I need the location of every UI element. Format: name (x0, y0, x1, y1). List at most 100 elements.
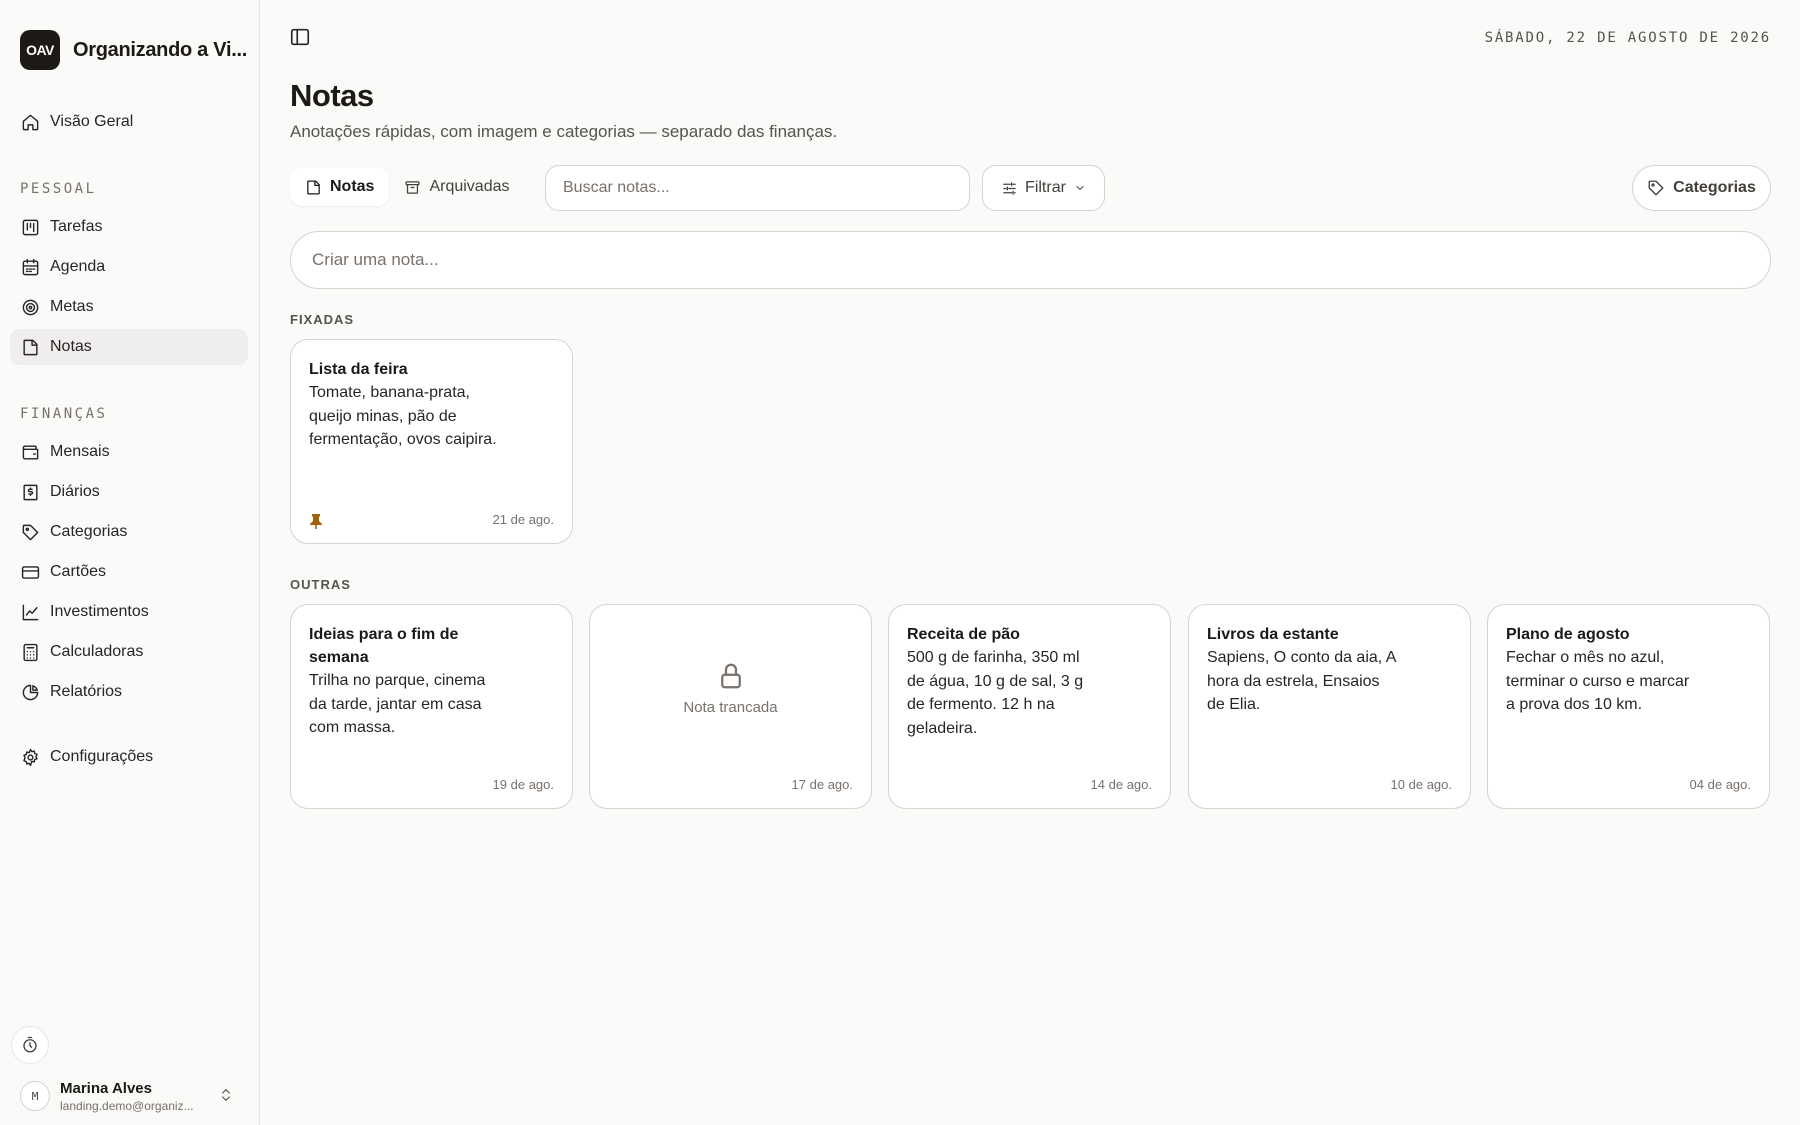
home-icon (20, 112, 40, 132)
filter-label: Filtrar (1025, 179, 1066, 196)
pie-chart-icon (20, 682, 40, 702)
timer-icon (23, 1036, 37, 1053)
note-body: Sapiens, O conto da aia, A hora da estre… (1207, 649, 1396, 713)
credit-card-icon (20, 562, 40, 582)
lock-icon (720, 663, 741, 689)
tab-notas[interactable]: Notas (290, 168, 390, 206)
timer-button[interactable] (11, 1026, 49, 1064)
note-date: 19 de ago. (492, 777, 554, 792)
sidebar-item-label: Categorias (50, 523, 128, 540)
sidebar-toggle-icon (290, 28, 310, 46)
tab-arquivadas[interactable]: Arquivadas (389, 168, 524, 206)
note-card-locked[interactable]: Nota trancada 17 de ago. (589, 604, 872, 809)
kanban-icon (20, 217, 40, 237)
sidebar-item-investimentos[interactable]: Investimentos (10, 594, 248, 630)
note-body: Tomate, banana-prata, queijo minas, pão … (309, 384, 497, 448)
note-title: Receita de pão (907, 626, 1020, 643)
sidebar-item-label: Configurações (50, 748, 154, 765)
receipt-icon (20, 482, 40, 502)
sidebar-item-calculadoras[interactable]: Calculadoras (10, 634, 248, 670)
sidebar-item-label: Relatórios (50, 683, 123, 700)
section-label-financas: FINANÇAS (20, 406, 108, 422)
user-email: landing.demo@organiz... (60, 1098, 194, 1113)
avatar: M (20, 1081, 50, 1111)
filter-button[interactable]: Filtrar (982, 165, 1105, 211)
user-name: Marina Alves (60, 1079, 152, 1097)
note-icon (307, 179, 320, 195)
tab-label: Arquivadas (429, 178, 510, 195)
create-note-input[interactable] (290, 231, 1771, 289)
sidebar-item-relatorios[interactable]: Relatórios (10, 674, 248, 710)
others-label: OUTRAS (290, 577, 351, 592)
app-logo: OAV (20, 30, 60, 70)
pin-icon (310, 514, 322, 529)
sidebar-item-label: Cartões (50, 563, 107, 580)
note-card-plano[interactable]: Plano de agosto Fechar o mês no azul, te… (1487, 604, 1770, 809)
categories-button[interactable]: Categorias (1632, 165, 1771, 211)
sliders-icon (1003, 181, 1016, 195)
chevron-up-down-icon (218, 1086, 234, 1109)
note-body: Trilha no parque, cinema da tarde, janta… (309, 672, 486, 736)
sidebar-item-cartoes[interactable]: Cartões (10, 554, 248, 590)
sidebar-item-label: Calculadoras (50, 643, 144, 660)
sidebar-item-visao-geral[interactable]: Visão Geral (10, 104, 248, 140)
current-date: SÁBADO, 22 DE AGOSTO DE 2026 (1484, 30, 1771, 46)
pinned-label: FIXADAS (290, 312, 355, 327)
page-subtitle: Anotações rápidas, com imagem e categori… (290, 122, 838, 141)
note-title: Ideias para o fim de semana (309, 626, 459, 666)
note-title: Plano de agosto (1506, 626, 1630, 643)
locked-placeholder: Nota trancada (590, 661, 871, 716)
sidebar-item-label: Notas (50, 338, 92, 355)
tag-icon (20, 522, 40, 542)
sidebar-item-configuracoes[interactable]: Configurações (10, 739, 248, 775)
sidebar-item-diarios[interactable]: Diários (10, 474, 248, 510)
line-chart-icon (20, 602, 40, 622)
search-input[interactable] (545, 165, 970, 211)
note-card-ideias[interactable]: Ideias para o fim de semana Trilha no pa… (290, 604, 573, 809)
tabs: Notas Arquivadas (290, 168, 525, 206)
target-icon (20, 297, 40, 317)
tag-icon (1648, 180, 1664, 196)
note-card-livros[interactable]: Livros da estante Sapiens, O conto da ai… (1188, 604, 1471, 809)
chevron-down-icon (1076, 186, 1084, 190)
sidebar-item-tarefas[interactable]: Tarefas (10, 209, 248, 245)
sidebar-item-agenda[interactable]: Agenda (10, 249, 248, 285)
note-title: Livros da estante (1207, 626, 1339, 643)
sidebar-item-label: Investimentos (50, 603, 149, 620)
sidebar-item-label: Tarefas (50, 218, 103, 235)
sidebar-item-label: Agenda (50, 258, 106, 275)
app-name: Organizando a Vi... (73, 38, 247, 61)
user-menu[interactable]: M Marina Alves landing.demo@organiz... (20, 1078, 242, 1114)
sidebar-item-notas[interactable]: Notas (10, 329, 248, 365)
main-content: SÁBADO, 22 DE AGOSTO DE 2026 Notas Anota… (261, 0, 1800, 1125)
note-card-receita[interactable]: Receita de pão 500 g de farinha, 350 ml … (888, 604, 1171, 809)
page-title: Notas (290, 78, 374, 113)
note-card-lista-da-feira[interactable]: Lista da feira Tomate, banana-prata, que… (290, 339, 573, 544)
sidebar-item-label: Metas (50, 298, 94, 315)
section-label-pessoal: PESSOAL (20, 181, 97, 197)
note-title: Lista da feira (309, 361, 408, 378)
note-body: Fechar o mês no azul, terminar o curso e… (1506, 649, 1690, 713)
locked-label: Nota trancada (683, 699, 778, 716)
calendar-icon (20, 257, 40, 277)
note-date: 14 de ago. (1090, 777, 1152, 792)
sidebar-item-label: Diários (50, 483, 100, 500)
note-body: 500 g de farinha, 350 ml de água, 10 g d… (907, 649, 1084, 737)
brand[interactable]: OAV Organizando a Vi... (20, 30, 247, 70)
wallet-icon (20, 442, 40, 462)
sidebar-item-label: Mensais (50, 443, 110, 460)
note-date: 04 de ago. (1689, 777, 1751, 792)
sidebar-item-label: Visão Geral (50, 113, 134, 130)
sidebar-item-mensais[interactable]: Mensais (10, 434, 248, 470)
sidebar-item-metas[interactable]: Metas (10, 289, 248, 325)
gear-icon (20, 747, 40, 767)
note-icon (20, 337, 40, 357)
note-date: 10 de ago. (1390, 777, 1452, 792)
archive-icon (405, 180, 420, 194)
categories-label: Categorias (1673, 179, 1756, 196)
sidebar-item-categorias[interactable]: Categorias (10, 514, 248, 550)
sidebar-toggle-button[interactable] (289, 26, 313, 50)
calculator-icon (20, 642, 40, 662)
tab-label: Notas (330, 178, 375, 195)
note-date: 21 de ago. (492, 512, 554, 527)
